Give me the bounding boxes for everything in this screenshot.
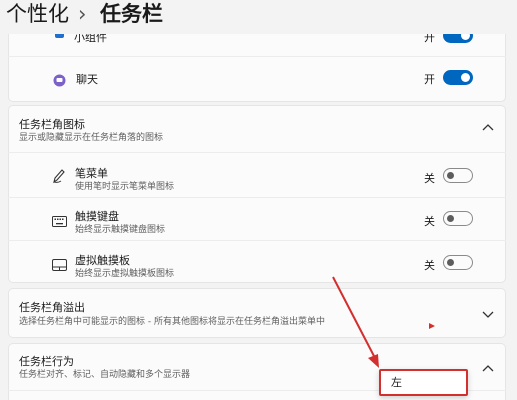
annotation-arrow [332,276,379,368]
